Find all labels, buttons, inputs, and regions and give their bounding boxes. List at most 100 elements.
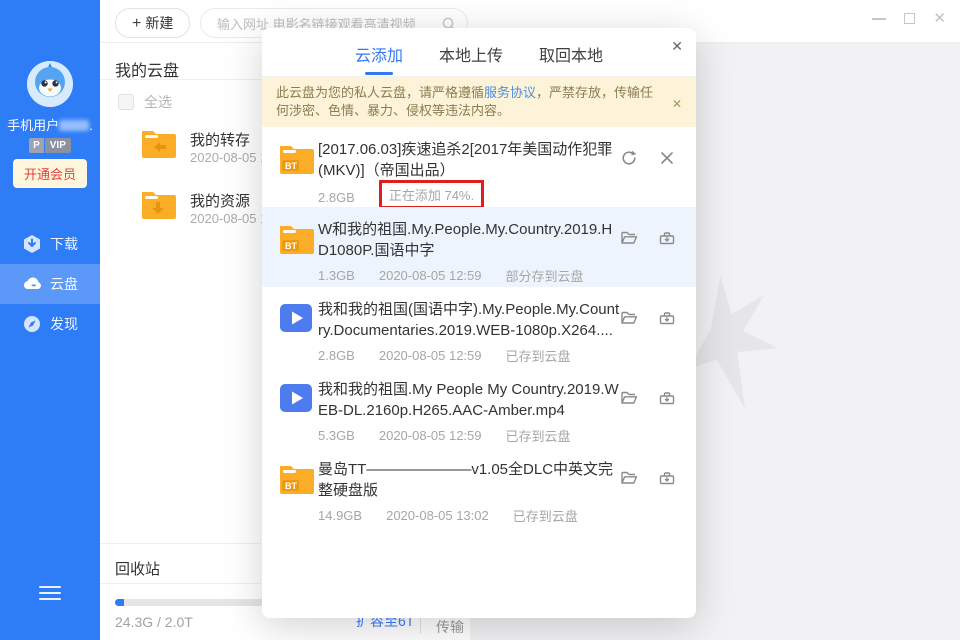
service-agreement-link[interactable]: 服务协议 — [484, 85, 536, 100]
folder-name: 我的资源 — [190, 190, 250, 211]
retrieve-to-device-icon[interactable] — [658, 229, 676, 247]
open-folder-icon[interactable] — [620, 229, 638, 247]
window-controls: ✕ — [872, 11, 946, 26]
video-file-icon — [278, 302, 314, 334]
avatar[interactable] — [27, 61, 73, 107]
retrieve-to-device-icon[interactable] — [658, 469, 676, 487]
task-row[interactable]: 我和我的祖国.My People My Country.2019.WEB-DL.… — [262, 367, 696, 447]
sidebar-item-label: 发现 — [50, 314, 78, 334]
storage-progress-fill — [115, 599, 124, 606]
task-title: 我和我的祖国(国语中字).My.People.My.Country.Docume… — [318, 300, 620, 341]
sidebar-item-clouddisk[interactable]: 云盘 — [0, 264, 100, 304]
sidebar-item-label: 云盘 — [50, 274, 78, 294]
svg-text:BT: BT — [285, 241, 297, 251]
upgrade-membership-button[interactable]: 开通会员 — [13, 159, 87, 188]
task-size: 2.8GB — [318, 190, 355, 205]
sidebar-item-download[interactable]: 下载 — [0, 224, 100, 264]
task-size: 5.3GB — [318, 428, 355, 443]
folder-date: 2020-08-05 1 — [190, 150, 267, 165]
task-title: 曼岛TT———————v1.05全DLC中英文完整硬盘版 — [318, 460, 620, 501]
bird-mascot-icon — [27, 61, 73, 107]
sidebar-menu: 下载 云盘 发现 — [0, 224, 100, 344]
hamburger-menu-icon[interactable] — [39, 586, 61, 604]
bt-folder-icon: BT — [278, 142, 314, 174]
transfer-folder-icon — [140, 127, 176, 158]
task-title: W和我的祖国.My.People.My.Country.2019.HD1080P… — [318, 220, 620, 261]
cloud-task-list: BT [2017.06.03]疾速追杀2[2017年美国动作犯罪(MKV)]（帝… — [262, 127, 696, 527]
page-title: 我的云盘 — [115, 57, 179, 81]
task-size: 14.9GB — [318, 508, 362, 523]
tab-retrieve-local[interactable]: 取回本地 — [539, 42, 603, 66]
open-folder-icon[interactable] — [620, 469, 638, 487]
select-all-checkbox[interactable] — [118, 94, 134, 110]
sidebar: 手机用户. PVIP 开通会员 下载 云盘 发现 — [0, 0, 100, 640]
plus-icon: + — [132, 15, 141, 32]
task-row[interactable]: 我和我的祖国(国语中字).My.People.My.Country.Docume… — [262, 287, 696, 367]
banner-text: 此云盘为您的私人云盘，请严格遵循 — [276, 85, 484, 100]
username-suffix: . — [89, 118, 93, 133]
video-file-icon — [278, 382, 314, 414]
dialog-tabs: 云添加 本地上传 取回本地 — [262, 28, 696, 77]
new-task-button[interactable]: +新建 — [115, 8, 190, 38]
folder-name: 我的转存 — [190, 129, 250, 150]
sidebar-item-discover[interactable]: 发现 — [0, 304, 100, 344]
task-status: 已存到云盘 — [506, 346, 571, 365]
username: 手机用户. — [0, 115, 100, 134]
cancel-task-icon[interactable] — [658, 149, 676, 167]
vip-p-badge: P — [29, 138, 44, 153]
watermark-star-icon — [688, 275, 783, 410]
task-row[interactable]: BT W和我的祖国.My.People.My.Country.2019.HD10… — [262, 207, 696, 287]
task-row[interactable]: BT 曼岛TT———————v1.05全DLC中英文完整硬盘版 14.9GB 2… — [262, 447, 696, 527]
minimize-icon[interactable] — [872, 18, 886, 20]
tab-label: 取回本地 — [539, 48, 603, 65]
task-status: 部分存到云盘 — [506, 266, 584, 285]
bt-folder-icon: BT — [278, 222, 314, 254]
vip-badge: PVIP — [0, 135, 100, 153]
task-date: 2020-08-05 13:02 — [386, 508, 489, 523]
compass-icon — [22, 314, 42, 334]
task-size: 1.3GB — [318, 268, 355, 283]
tab-local-upload[interactable]: 本地上传 — [439, 42, 503, 66]
task-date: 2020-08-05 12:59 — [379, 348, 482, 363]
maximize-icon[interactable] — [904, 13, 915, 24]
bt-folder-icon: BT — [278, 462, 314, 494]
task-row[interactable]: BT [2017.06.03]疾速追杀2[2017年美国动作犯罪(MKV)]（帝… — [262, 127, 696, 207]
select-all-row: 全选 — [118, 92, 172, 112]
open-folder-icon[interactable] — [620, 309, 638, 327]
dialog-close-icon[interactable]: ✕ — [671, 38, 683, 55]
open-folder-icon[interactable] — [620, 389, 638, 407]
svg-text:BT: BT — [285, 481, 297, 491]
cloud-add-dialog: ✕ 云添加 本地上传 取回本地 此云盘为您的私人云盘，请严格遵循服务协议，严禁存… — [262, 28, 696, 618]
task-title: 我和我的祖国.My People My Country.2019.WEB-DL.… — [318, 380, 620, 421]
task-date: 2020-08-05 12:59 — [379, 268, 482, 283]
task-date: 2020-08-05 12:59 — [379, 428, 482, 443]
vip-label-badge: VIP — [45, 138, 71, 153]
svg-text:BT: BT — [285, 161, 297, 171]
storage-usage-label: 24.3G / 2.0T — [115, 614, 193, 630]
task-status: 已存到云盘 — [513, 506, 578, 525]
sidebar-item-label: 下载 — [50, 234, 78, 254]
select-all-label: 全选 — [144, 92, 172, 112]
retrieve-to-device-icon[interactable] — [658, 309, 676, 327]
banner-close-icon[interactable]: ✕ — [672, 95, 682, 113]
policy-banner: 此云盘为您的私人云盘，请严格遵循服务协议，严禁存放，传输任何涉密、色情、暴力、侵… — [262, 77, 696, 127]
recycle-bin-link[interactable]: 回收站 — [115, 558, 160, 579]
active-tab-underline — [365, 72, 393, 75]
cloud-icon — [22, 274, 42, 294]
window-close-icon[interactable]: ✕ — [933, 11, 946, 26]
tab-cloud-add[interactable]: 云添加 — [355, 42, 403, 75]
resources-folder-icon — [140, 188, 176, 219]
username-text: 手机用户 — [7, 118, 59, 133]
task-title: [2017.06.03]疾速追杀2[2017年美国动作犯罪(MKV)]（帝国出品… — [318, 140, 620, 181]
retrieve-to-device-icon[interactable] — [658, 389, 676, 407]
folder-date: 2020-08-05 1 — [190, 211, 267, 226]
transfer-tab[interactable]: 传输 — [436, 617, 464, 637]
task-status: 已存到云盘 — [506, 426, 571, 445]
blurred-username-part — [59, 120, 89, 131]
new-task-label: 新建 — [145, 15, 173, 31]
task-size: 2.8GB — [318, 348, 355, 363]
download-icon — [22, 234, 42, 254]
task-status-annotated: 正在添加 74%. — [379, 180, 484, 209]
refresh-icon[interactable] — [620, 149, 638, 167]
tab-label: 本地上传 — [439, 48, 503, 65]
